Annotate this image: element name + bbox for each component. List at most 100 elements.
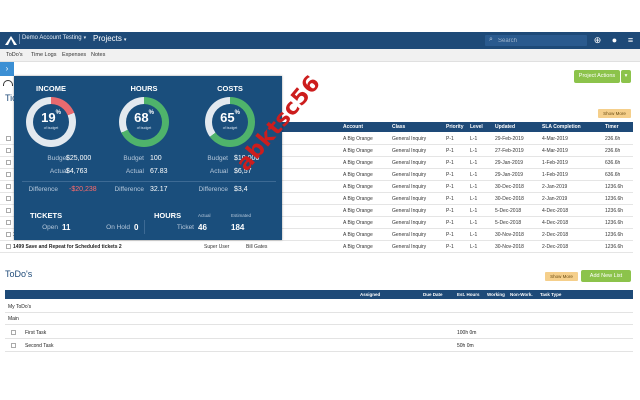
col-updated[interactable]: Updated [495,124,515,130]
income-title: INCOME [36,84,66,93]
todo-checkbox[interactable] [11,343,16,348]
income-pct: 19 [41,110,56,125]
col-working[interactable]: Working [487,292,505,297]
ticket-sla: 1-Feb-2019 [542,172,568,178]
ticket-priority: P-1 [446,220,454,226]
hours-ticket-estimated: 184 [231,223,245,232]
row-checkbox[interactable] [6,208,11,213]
ticket-account: A Big Orange [343,172,373,178]
account-selector[interactable]: Demo Account Testing ▾ [19,34,86,44]
table-row[interactable]: 1499 Save and Repeat for Scheduled ticke… [0,241,633,253]
tab-expenses[interactable]: Expenses [62,52,86,58]
row-checkbox[interactable] [6,232,11,237]
logo-icon[interactable] [4,34,18,47]
ticket-class: General Inquiry [392,136,427,142]
todo-item-name[interactable]: First Task [25,330,46,336]
sub-navigation: ToDo's Time Logs Expenses Notes [0,49,640,62]
add-icon[interactable]: ⊕ [592,35,603,46]
col-assigned[interactable]: Assigned [360,292,380,297]
ticket-sla: 2-Dec-2018 [542,232,569,238]
row-checkbox[interactable] [6,148,11,153]
col-timer[interactable]: Timer [605,124,619,130]
todo-checkbox[interactable] [11,330,16,335]
add-new-list-button[interactable]: Add New List [581,270,631,282]
ticket-priority: P-1 [446,208,454,214]
todo-item-row[interactable]: Second Task 50h 0m [5,340,633,352]
col-account[interactable]: Account [343,124,363,130]
ticket-timer: 236.6h [605,136,621,142]
todo-item-name[interactable]: Second Task [25,343,54,349]
ticket-class: General Inquiry [392,172,427,178]
row-checkbox[interactable] [6,160,11,165]
row-checkbox[interactable] [6,220,11,225]
project-actions-button[interactable]: Project Actions [574,70,620,83]
ticket-priority: P-1 [446,196,454,202]
hours-ticket-label: Ticket [176,224,194,231]
col-class[interactable]: Class [392,124,405,130]
divider [144,220,145,234]
ticket-account: A Big Orange [343,232,373,238]
ticket-sla: 2-Dec-2018 [542,244,569,250]
hours-budget-value: 100 [150,155,162,162]
row-checkbox[interactable] [6,184,11,189]
ticket-account: A Big Orange [343,136,373,142]
todos-show-more-button[interactable]: Show More [545,272,578,281]
income-budget-value: $25,000 [66,155,92,162]
col-non-work[interactable]: Non-Work. [510,292,533,297]
ticket-name[interactable]: 1499 Save and Repeat for Scheduled ticke… [13,244,122,250]
ticket-updated: 30-Nov-2018 [495,244,524,250]
ticket-level: L-1 [470,196,478,202]
hours-actual-col-label: Actual [198,213,211,218]
tab-todos[interactable]: ToDo's [6,52,23,58]
row-checkbox[interactable] [6,136,11,141]
col-sla[interactable]: SLA Completion [542,124,581,130]
tab-time-logs[interactable]: Time Logs [31,52,56,58]
col-task-type[interactable]: Task Type [540,292,561,297]
tickets-show-more-button[interactable]: Show More [598,109,631,118]
user-icon[interactable]: ● [609,35,620,46]
menu-icon[interactable]: ≡ [625,35,636,46]
ticket-sla: 4-Dec-2018 [542,208,569,214]
row-checkbox[interactable] [6,196,11,201]
costs-budget-label: Budget [207,155,228,162]
ticket-priority: P-1 [446,184,454,190]
tab-notes[interactable]: Notes [91,52,105,58]
col-priority[interactable]: Priority [446,124,464,130]
costs-sub: of budget [222,126,238,130]
ticket-level: L-1 [470,148,478,154]
ticket-updated: 27-Feb-2019 [495,148,524,154]
sidebar-expand-button[interactable]: › [0,62,14,76]
ticket-timer: 1236.6h [605,184,624,190]
section-selector[interactable]: Projects ▾ [93,34,126,43]
ticket-priority: P-1 [446,148,454,154]
ticket-priority: P-1 [446,232,454,238]
tickets-table-header: Account Class Priority Level Updated SLA… [280,122,633,132]
project-actions-dropdown[interactable]: ▾ [621,70,631,83]
hours-actual-label: Actual [125,168,144,175]
ticket-level: L-1 [470,232,478,238]
hours-ticket-actual: 46 [198,223,207,232]
row-checkbox[interactable] [6,244,11,249]
ticket-assignee: Bill Gates [246,244,268,250]
search-box[interactable]: ⌕ [485,35,587,46]
col-level[interactable]: Level [470,124,483,130]
todos-title: ToDo's [5,269,33,279]
dashboard-gauge-icon[interactable] [3,80,13,86]
ticket-account: A Big Orange [343,160,373,166]
row-checkbox[interactable] [6,172,11,177]
income-diff-label: Difference [28,186,58,193]
costs-diff-label: Difference [198,186,228,193]
ticket-level: L-1 [470,220,478,226]
todo-item-row[interactable]: First Task 100h 0m [5,327,633,339]
todo-est-hours: 100h 0m [457,330,477,336]
col-due-date[interactable]: Due Date [423,292,443,297]
col-est-hours[interactable]: Est. Hours [457,292,480,297]
ticket-timer: 1236.6h [605,232,624,238]
todos-table-header: Assigned Due Date Est. Hours Working Non… [5,290,633,299]
ticket-priority: P-1 [446,136,454,142]
todo-group-row: Main [5,313,633,325]
ticket-sla: 2-Jan-2019 [542,184,568,190]
search-input[interactable] [498,36,583,45]
income-budget-label: Budget [47,155,68,162]
todo-list-row[interactable]: My ToDo's [5,301,633,313]
